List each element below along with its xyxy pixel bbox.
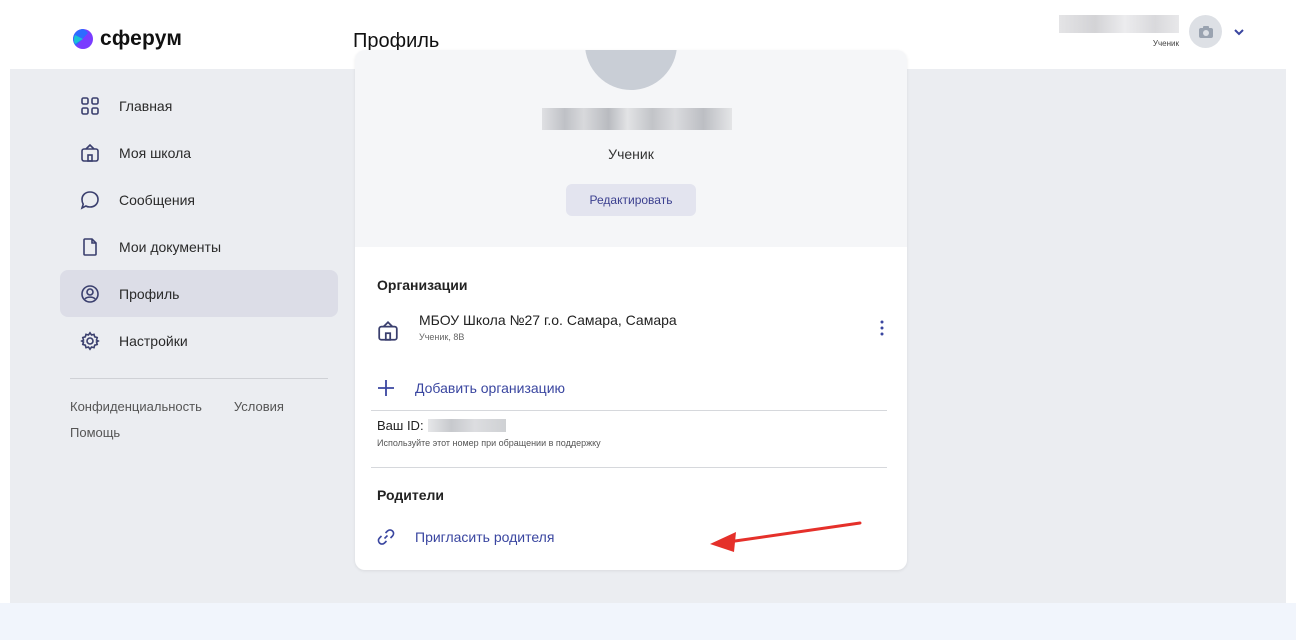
user-id-row: Ваш ID: [377,418,506,433]
school-icon [378,320,398,341]
more-vertical-icon[interactable] [877,318,887,338]
divider [371,467,887,468]
user-role: Ученик [1152,39,1179,48]
add-organization-button[interactable]: Добавить организацию [377,379,565,397]
logo[interactable]: сферум [72,27,182,51]
sidebar-item-label: Настройки [119,332,188,349]
link-icon [377,529,395,545]
school-icon [79,142,101,164]
invite-parent-button[interactable]: Пригласить родителя [377,528,554,546]
sidebar-item-my-school[interactable]: Моя школа [60,129,338,176]
gear-icon [79,330,101,352]
sidebar-item-label: Моя школа [119,144,192,161]
profile-role: Ученик [608,146,654,162]
profile-name-redacted [542,108,732,130]
sidebar-divider [70,378,328,379]
add-organization-label: Добавить организацию [415,380,566,396]
sidebar-item-home[interactable]: Главная [60,82,338,129]
sidebar-item-label: Сообщения [119,191,195,208]
chevron-down-icon[interactable] [1232,25,1246,39]
footer-links: Конфиденциальность Условия Помощь [70,394,338,446]
user-id-redacted [427,419,506,432]
profile-card: Ученик Редактировать Организации МБОУ Шк… [355,50,907,570]
avatar[interactable] [1189,15,1222,48]
user-id-hint: Используйте этот номер при обращении в п… [377,438,601,448]
organization-item[interactable]: МБОУ Школа №27 г.о. Самара, Самара Учени… [377,312,887,348]
profile-avatar [585,50,677,90]
sidebar: Главная Моя школа Сообщения Мои документ… [60,82,338,446]
divider [371,410,887,411]
app-window: сферум Профиль Ученик Главная Моя школа … [10,10,1286,640]
sidebar-item-documents[interactable]: Мои документы [60,223,338,270]
bottom-strip [0,603,1296,640]
sidebar-item-settings[interactable]: Настройки [60,317,338,364]
logo-text: сферум [100,27,183,50]
sidebar-item-label: Профиль [119,285,180,302]
sidebar-item-label: Мои документы [119,238,222,255]
privacy-link[interactable]: Конфиденциальность [70,394,202,420]
user-id-label: Ваш ID: [377,418,424,433]
sidebar-item-profile[interactable]: Профиль [60,270,338,317]
annotation-arrow-icon [710,521,862,552]
terms-link[interactable]: Условия [234,394,284,420]
user-menu[interactable]: Ученик [1059,15,1246,48]
invite-parent-label: Пригласить родителя [415,529,555,545]
camera-icon [1198,25,1213,38]
user-name-redacted [1059,15,1179,33]
edit-profile-button[interactable]: Редактировать [566,184,696,216]
sidebar-item-label: Главная [119,97,173,114]
help-link[interactable]: Помощь [70,420,120,446]
document-icon [79,236,101,258]
plus-icon [378,380,394,396]
sferum-logo-icon [73,29,93,49]
organization-subtitle: Ученик, 8В [419,332,465,342]
organization-name: МБОУ Школа №27 г.о. Самара, Самара [419,312,677,328]
grid-icon [79,95,101,117]
organizations-title: Организации [377,277,468,293]
profile-header: Ученик Редактировать [355,50,907,247]
profile-icon [79,283,101,305]
chat-bubble-icon [79,189,101,211]
parents-title: Родители [377,487,444,503]
sidebar-item-messages[interactable]: Сообщения [60,176,338,223]
